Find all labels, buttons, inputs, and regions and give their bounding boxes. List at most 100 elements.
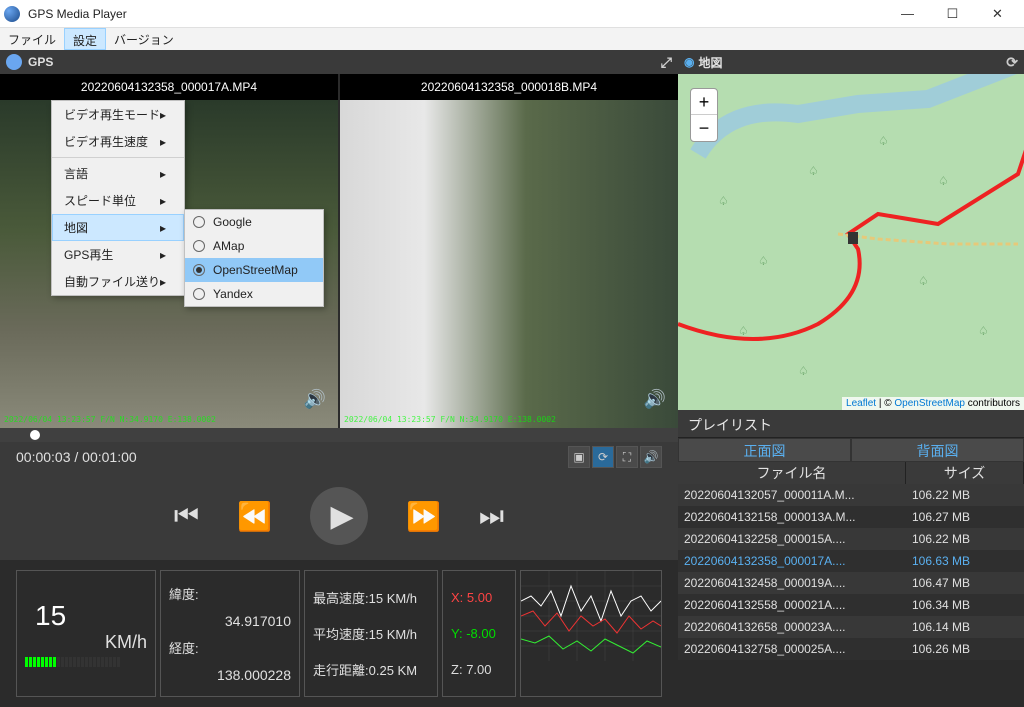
accel-graph [520, 570, 662, 697]
lon-value: 138.000228 [169, 667, 291, 683]
tree-icon: ♤ [878, 134, 889, 148]
volume-icon-a[interactable]: 🔊 [304, 389, 326, 410]
playlist-tabs: 正面図 背面図 [678, 438, 1024, 462]
video-b[interactable]: 20220604132358_000018B.MP4 2022/06/04 13… [340, 74, 678, 428]
map-view[interactable]: + − ♤ ♤ ♤ ♤ ♤ ♤ ♤ ♤ ♤ Leaflet | © OpenSt… [678, 74, 1024, 410]
speed-box: 15 KM/h [16, 570, 156, 697]
menu-language[interactable]: 言語▸ [52, 160, 184, 187]
menu-bar: ファイル 設定 バージョン [0, 28, 1024, 50]
tree-icon: ♤ [798, 364, 809, 378]
fullscreen-button[interactable]: ⛶ [616, 446, 638, 468]
volume-icon-b[interactable]: 🔊 [644, 389, 666, 410]
next-button[interactable]: ⏭ [479, 500, 504, 533]
file-size: 106.22 MB [906, 484, 1024, 506]
seek-bar[interactable] [0, 428, 678, 442]
file-list[interactable]: 20220604132057_000011A.M...106.22 MB2022… [678, 484, 1024, 707]
map-option-google[interactable]: Google [185, 210, 323, 234]
loop-button[interactable]: ⟳ [592, 446, 614, 468]
file-row[interactable]: 20220604132358_000017A....106.63 MB [678, 550, 1024, 572]
playlist-title: プレイリスト [678, 410, 1024, 438]
tab-front[interactable]: 正面図 [678, 438, 851, 462]
dashboard: 15 KM/h 緯度: 34.917010 経度: 138.000228 最高速… [0, 560, 678, 707]
tree-icon: ♤ [808, 164, 819, 178]
close-button[interactable]: ✕ [975, 0, 1020, 28]
prev-button[interactable]: ⏮ [174, 500, 199, 533]
col-size[interactable]: サイズ [906, 462, 1024, 484]
map-option-amap[interactable]: AMap [185, 234, 323, 258]
file-size: 106.14 MB [906, 616, 1024, 638]
forward-button[interactable]: ⏩ [406, 500, 441, 533]
tree-icon: ♤ [918, 274, 929, 288]
accel-box: X: 5.00 Y: -8.00 Z: 7.00 [442, 570, 516, 697]
leaflet-link[interactable]: Leaflet [846, 398, 876, 409]
menu-settings[interactable]: 設定 [64, 28, 106, 50]
menu-version[interactable]: バージョン [106, 28, 182, 50]
refresh-icon[interactable]: ⟳ [1006, 54, 1018, 71]
total-time: 00:01:00 [82, 449, 137, 465]
tab-back[interactable]: 背面図 [851, 438, 1024, 462]
play-button[interactable]: ▶ [310, 487, 368, 545]
accel-x: 5.00 [467, 590, 492, 605]
menu-file[interactable]: ファイル [0, 28, 64, 50]
file-row[interactable]: 20220604132158_000013A.M...106.27 MB [678, 506, 1024, 528]
file-name: 20220604132558_000021A.... [678, 594, 906, 616]
file-row[interactable]: 20220604132258_000015A....106.22 MB [678, 528, 1024, 550]
mute-button[interactable]: 🔊 [640, 446, 662, 468]
tree-icon: ♤ [938, 174, 949, 188]
menu-speed-unit[interactable]: スピード単位▸ [52, 187, 184, 214]
file-row[interactable]: 20220604132057_000011A.M...106.22 MB [678, 484, 1024, 506]
transport-controls: ⏮ ⏪ ▶ ⏩ ⏭ [0, 472, 678, 560]
maximize-button[interactable]: ☐ [930, 0, 975, 28]
map-pin-icon: ◉ [684, 55, 694, 69]
menu-map[interactable]: 地図▸ [52, 214, 184, 241]
menu-video-speed[interactable]: ビデオ再生速度▸ [52, 128, 184, 155]
stat-box: 最高速度:15 KM/h 平均速度:15 KM/h 走行距離:0.25 KM [304, 570, 438, 697]
map-option-yandex[interactable]: Yandex [185, 282, 323, 306]
accel-z: 7.00 [466, 662, 491, 677]
file-row[interactable]: 20220604132758_000025A....106.26 MB [678, 638, 1024, 660]
tree-icon: ♤ [758, 254, 769, 268]
camera-icon [6, 54, 22, 70]
tree-icon: ♤ [978, 324, 989, 338]
menu-video-mode[interactable]: ビデオ再生モード▸ [52, 101, 184, 128]
tree-icon: ♤ [718, 194, 729, 208]
osm-link[interactable]: OpenStreetMap [894, 398, 965, 409]
file-name: 20220604132258_000015A.... [678, 528, 906, 550]
file-name: 20220604132658_000023A.... [678, 616, 906, 638]
map-submenu: Google AMap OpenStreetMap Yandex [184, 209, 324, 307]
file-name: 20220604132158_000013A.M... [678, 506, 906, 528]
speed-bars [25, 657, 120, 667]
expand-icon[interactable]: ⤢ [661, 54, 672, 71]
lon-label: 経度: [169, 638, 291, 657]
file-size: 106.22 MB [906, 528, 1024, 550]
col-filename[interactable]: ファイル名 [678, 462, 906, 484]
settings-dropdown: ビデオ再生モード▸ ビデオ再生速度▸ 言語▸ スピード単位▸ 地図▸ GPS再生… [51, 100, 185, 296]
file-name: 20220604132358_000017A.... [678, 550, 906, 572]
minimize-button[interactable]: — [885, 0, 930, 28]
window-title: GPS Media Player [28, 7, 885, 21]
app-icon [4, 6, 20, 22]
file-name: 20220604132458_000019A.... [678, 572, 906, 594]
file-row[interactable]: 20220604132458_000019A....106.47 MB [678, 572, 1024, 594]
file-size: 106.63 MB [906, 550, 1024, 572]
speed-unit: KM/h [25, 632, 147, 653]
file-size: 106.27 MB [906, 506, 1024, 528]
menu-gps-play[interactable]: GPS再生▸ [52, 241, 184, 268]
file-row[interactable]: 20220604132558_000021A....106.34 MB [678, 594, 1024, 616]
map-attribution: Leaflet | © OpenStreetMap contributors [842, 397, 1024, 410]
file-size: 106.47 MB [906, 572, 1024, 594]
file-row[interactable]: 20220604132658_000023A....106.14 MB [678, 616, 1024, 638]
menu-auto-file-send[interactable]: 自動ファイル送り▸ [52, 268, 184, 295]
map-option-osm[interactable]: OpenStreetMap [185, 258, 323, 282]
gps-label: GPS [28, 55, 53, 69]
snapshot-button[interactable]: ▣ [568, 446, 590, 468]
tree-icon: ♤ [738, 324, 749, 338]
speed-value: 15 [25, 600, 66, 632]
video-a-timestamp: 2022/06/04 13:23:57 F/N N:34.9170 E:138.… [4, 415, 216, 424]
video-b-frame: 2022/06/04 13:23:57 F/N N:34.9170 E:138.… [340, 100, 678, 428]
file-name: 20220604132758_000025A.... [678, 638, 906, 660]
rewind-button[interactable]: ⏪ [237, 500, 272, 533]
current-time: 00:00:03 [16, 449, 71, 465]
column-headers: ファイル名 サイズ [678, 462, 1024, 484]
seek-thumb[interactable] [30, 430, 40, 440]
